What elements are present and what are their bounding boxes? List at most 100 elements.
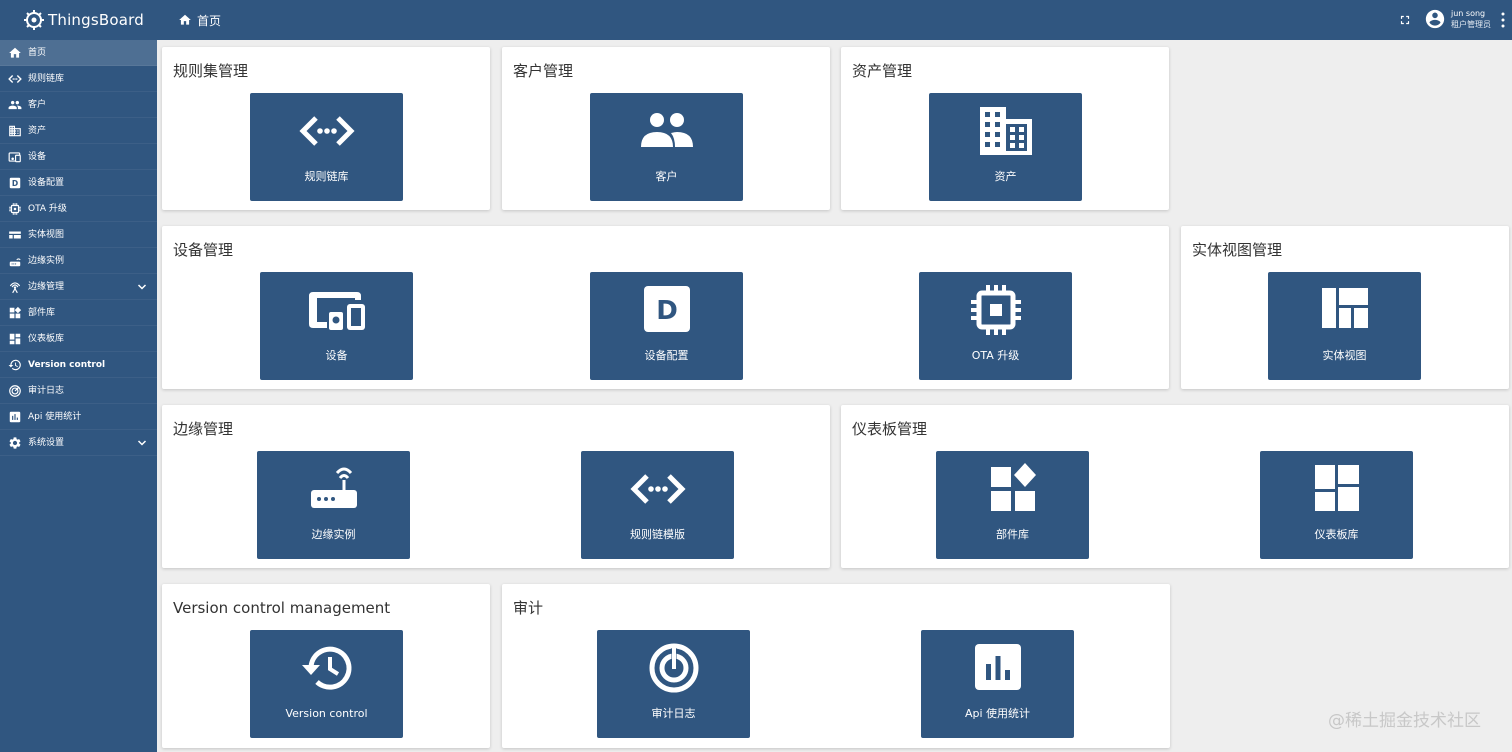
card-asset-management: 资产管理 资产: [841, 47, 1169, 210]
tile-api-usage[interactable]: Api 使用统计: [921, 630, 1074, 738]
devices-icon: [308, 292, 365, 330]
card-title: 边缘管理: [173, 420, 234, 438]
card-title: 设备管理: [173, 241, 234, 259]
tile-label: 实体视图: [1322, 349, 1367, 362]
more-vert-icon[interactable]: [1500, 11, 1506, 29]
sidebar-item-label: 部件库: [28, 308, 56, 318]
devices-icon: [8, 152, 21, 163]
card-title: 审计: [513, 599, 544, 617]
sidebar-item-label: Version control: [28, 360, 106, 370]
tile-customers[interactable]: 客户: [590, 93, 743, 201]
sidebar-item-widgets-library[interactable]: 部件库: [0, 300, 157, 326]
history-icon: [8, 359, 21, 371]
tile-devices[interactable]: 设备: [260, 272, 413, 380]
svg-text:D: D: [12, 179, 18, 188]
home-icon: [179, 14, 191, 25]
sidebar-item-edge-instances[interactable]: 边缘实例: [0, 248, 157, 274]
sidebar-item-label: Api 使用统计: [28, 412, 82, 422]
tile-entity-views[interactable]: 实体视图: [1268, 272, 1421, 380]
insert-chart-icon: [974, 644, 1021, 690]
top-toolbar: ThingsBoard 首页 jun song 租户管理员: [0, 0, 1512, 40]
history-icon: [301, 646, 351, 690]
tile-assets[interactable]: 资产: [929, 93, 1082, 201]
tile-version-control[interactable]: Version control: [250, 630, 403, 738]
tile-label: 审计日志: [651, 707, 696, 720]
widgets-icon: [990, 463, 1036, 511]
tile-audit-logs[interactable]: 审计日志: [597, 630, 750, 738]
sidebar-item-label: 资产: [28, 126, 47, 136]
sidebar-item-label: 仪表板库: [28, 334, 65, 344]
sidebar-item-label: 系统设置: [28, 438, 65, 448]
tile-rulechain-templates[interactable]: 规则链模版: [581, 451, 734, 559]
sidebar-item-audit-logs[interactable]: 审计日志: [0, 378, 157, 404]
building-icon: [9, 125, 21, 137]
tile-rule-chains[interactable]: 规则链库: [250, 93, 403, 201]
tile-label: 设备: [325, 349, 348, 362]
sidebar-item-api-usage[interactable]: Api 使用统计: [0, 404, 157, 430]
tile-label: 边缘实例: [311, 528, 356, 541]
tile-widgets-library[interactable]: 部件库: [936, 451, 1089, 559]
fullscreen-icon[interactable]: [1398, 13, 1412, 27]
sidebar-item-label: 客户: [28, 100, 47, 110]
tile-dashboards[interactable]: 仪表板库: [1260, 451, 1413, 559]
sidebar-item-ota-updates[interactable]: OTA 升级: [0, 196, 157, 222]
card-title: 仪表板管理: [852, 420, 928, 438]
device-profile-icon: D: [643, 286, 690, 332]
thingsboard-logo-icon[interactable]: [22, 8, 46, 32]
tile-label: 资产: [994, 170, 1017, 183]
tile-label: OTA 升级: [971, 349, 1020, 362]
tile-label: 规则链模版: [630, 528, 685, 541]
tile-device-profiles[interactable]: D 设备配置: [590, 272, 743, 380]
memory-chip-icon: [9, 203, 21, 215]
router-icon: [9, 258, 21, 267]
sidebar-item-rulechains[interactable]: 规则链库: [0, 66, 157, 92]
tile-label: 规则链库: [304, 170, 349, 183]
card-audit: 审计 审计日志 Api 使用统计: [502, 584, 1170, 748]
sidebar-item-devices[interactable]: 设备: [0, 144, 157, 170]
breadcrumb-label[interactable]: 首页: [197, 12, 221, 29]
card-title: 资产管理: [852, 62, 913, 80]
tile-ota-updates[interactable]: OTA 升级: [919, 272, 1072, 380]
tile-label: Api 使用统计: [964, 707, 1031, 720]
sidebar-item-entity-views[interactable]: 实体视图: [0, 222, 157, 248]
card-version-control-management: Version control management Version contr…: [162, 584, 490, 748]
user-name: jun song: [1451, 9, 1486, 18]
tile-label: 客户: [655, 170, 678, 183]
sidebar-item-label: 边缘实例: [28, 256, 65, 266]
sidebar-item-label: 设备配置: [28, 178, 65, 188]
sidebar-item-system-settings[interactable]: 系统设置: [0, 430, 157, 456]
chevron-down-icon[interactable]: [136, 437, 148, 449]
sidebar-item-dashboards[interactable]: 仪表板库: [0, 326, 157, 352]
sidebar-item-assets[interactable]: 资产: [0, 118, 157, 144]
tile-label: 设备配置: [644, 349, 689, 362]
card-title: 规则集管理: [173, 62, 249, 80]
building-icon: [979, 107, 1032, 155]
widgets-icon: [9, 306, 22, 319]
chevron-down-icon[interactable]: [136, 281, 148, 293]
tile-label: 仪表板库: [1314, 528, 1359, 541]
insert-chart-icon: [9, 411, 21, 423]
sidebar-item-version-control[interactable]: Version control: [0, 352, 157, 378]
card-dashboard-management: 仪表板管理 部件库 仪表板库: [841, 405, 1509, 568]
tile-edge-instances[interactable]: 边缘实例: [257, 451, 410, 559]
sidebar: 首页 规则链库 客户 资产 设备 D 设备配置 OTA 升级 实体视图 边缘实例…: [0, 40, 157, 752]
people-icon: [640, 113, 693, 147]
sidebar-item-customers[interactable]: 客户: [0, 92, 157, 118]
watermark: @稀土掘金技术社区: [1328, 711, 1481, 731]
user-role: 租户管理员: [1451, 20, 1491, 29]
sidebar-item-label: 规则链库: [28, 74, 65, 84]
sidebar-item-edge-management[interactable]: 边缘管理: [0, 274, 157, 300]
sidebar-item-home[interactable]: 首页: [0, 40, 157, 66]
device-profile-icon: D: [9, 177, 21, 189]
card-rulechain-management: 规则集管理 规则链库: [162, 47, 490, 210]
track-changes-icon: [649, 643, 698, 693]
home-icon: [9, 47, 21, 58]
app-title[interactable]: ThingsBoard: [48, 10, 144, 30]
account-circle-icon[interactable]: [1424, 8, 1446, 30]
card-entity-view-management: 实体视图管理 实体视图: [1181, 226, 1509, 389]
sidebar-item-label: 设备: [28, 152, 47, 162]
card-title: 客户管理: [513, 62, 574, 80]
sidebar-item-label: 边缘管理: [28, 282, 65, 292]
card-title: 实体视图管理: [1192, 241, 1283, 259]
sidebar-item-device-profiles[interactable]: D 设备配置: [0, 170, 157, 196]
